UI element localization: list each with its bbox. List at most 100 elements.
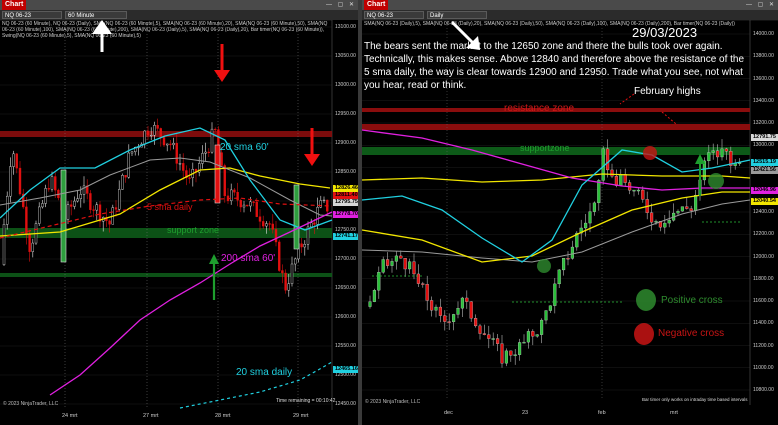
price-tag: 12795.75: [333, 199, 358, 206]
candle-body: [707, 152, 711, 162]
price-tick: 11600.00: [753, 298, 774, 304]
candle-body: [689, 208, 693, 211]
date-tick: 24 mrt: [62, 413, 78, 419]
candle-body: [465, 297, 469, 302]
candle-body: [663, 222, 667, 228]
price-tag: 12826.46: [333, 185, 358, 192]
candle-body: [584, 222, 588, 229]
price-tick: 12400.00: [753, 209, 774, 215]
candle-body: [281, 270, 284, 274]
candle-body: [156, 125, 159, 129]
candle-body: [127, 152, 131, 178]
intraday-price-chart[interactable]: [0, 0, 358, 425]
february-highs-pointer: [661, 111, 677, 125]
candle-body: [394, 255, 398, 262]
candle-body: [207, 151, 211, 154]
positive-cross-marker: [537, 259, 551, 273]
date-tick: 23: [522, 410, 529, 416]
candle-body: [47, 188, 50, 190]
candle-body: [108, 220, 111, 225]
candle-body: [146, 130, 150, 136]
candle-body: [632, 189, 636, 192]
candle-body: [303, 244, 306, 248]
candle-body: [2, 224, 6, 265]
candle-body: [491, 338, 495, 340]
candle-body: [724, 148, 728, 152]
candle-body: [41, 203, 44, 208]
candle-body: [117, 189, 121, 210]
intraday-chart-window: Chart — ▢ ✕ NQ 06-23 60 Minute NQ 06-23 …: [0, 0, 358, 425]
price-tick: 11400.00: [753, 320, 774, 327]
price-tag: 12046.96: [751, 187, 778, 194]
price-tick: 12650.00: [335, 285, 356, 291]
price-tick: 12550.00: [335, 343, 356, 349]
price-tag: 12811.40: [333, 192, 358, 199]
price-tick: 13000.00: [335, 82, 356, 88]
candle-body: [18, 167, 22, 195]
price-tick: 13400.00: [753, 97, 774, 104]
price-tick: 14000.00: [753, 31, 774, 37]
candle-body: [500, 343, 504, 364]
candle-body: [162, 137, 166, 146]
candle-body: [513, 354, 517, 356]
candle-body: [169, 143, 172, 146]
candle-body: [262, 221, 265, 227]
sma50-daily-yellow: [362, 173, 751, 183]
candle-body: [469, 301, 473, 319]
price-tag: 12778.70: [333, 211, 358, 218]
candle-body: [403, 258, 407, 270]
candle-body: [255, 201, 259, 217]
candle-body: [544, 310, 548, 321]
candle-body: [76, 198, 79, 202]
candle-body: [274, 229, 278, 243]
candle-body: [460, 297, 464, 309]
candle-body: [300, 243, 303, 248]
price-tick: 12700.00: [335, 256, 356, 262]
candle-body: [172, 143, 175, 146]
candle-body: [443, 315, 447, 322]
price-tick: 13800.00: [753, 53, 774, 60]
candle-body: [522, 341, 526, 344]
candle-body: [175, 143, 179, 164]
candle-body: [377, 272, 381, 291]
candle-body: [220, 152, 223, 166]
candle-body: [12, 153, 15, 167]
candle-body: [121, 175, 124, 190]
candle-body: [38, 206, 41, 224]
candle-body: [287, 283, 290, 291]
candle-body: [557, 269, 561, 285]
price-tag: 12741.17: [333, 233, 358, 240]
candle-body: [474, 318, 478, 327]
candle-body: [390, 261, 394, 266]
candle-body: [92, 209, 95, 211]
price-tick: 12600.00: [335, 314, 356, 320]
candle-body: [130, 151, 134, 154]
sma20-daily-annotation: 20 sma daily: [236, 367, 293, 378]
positive-cross-marker: [708, 173, 724, 189]
negative-cross-label: Negative cross: [658, 328, 725, 339]
price-tick: 13100.00: [335, 24, 356, 30]
candle-body: [601, 148, 605, 181]
candle-body: [28, 234, 31, 252]
price-tick: 12200.00: [753, 231, 774, 238]
candle-body: [165, 143, 169, 146]
candle-body: [204, 151, 207, 154]
candle-body: [368, 301, 372, 307]
candle-body: [482, 333, 486, 335]
candle-body: [641, 189, 645, 200]
candle-body: [313, 222, 316, 225]
price-tag: 12421.56: [751, 167, 778, 174]
candle-body: [149, 134, 153, 137]
february-highs-pointer: [619, 93, 635, 105]
candle-body: [610, 169, 614, 177]
price-tick: 12900.00: [335, 140, 356, 146]
price-tick: 13200.00: [753, 120, 774, 126]
candle-body: [421, 283, 425, 285]
candle-body: [245, 204, 249, 207]
candle-body: [452, 314, 456, 323]
candle-body: [716, 150, 720, 158]
candle-body: [54, 176, 57, 191]
candle-body: [386, 259, 390, 266]
date-tick: feb: [598, 410, 606, 416]
candle-body: [66, 204, 70, 220]
